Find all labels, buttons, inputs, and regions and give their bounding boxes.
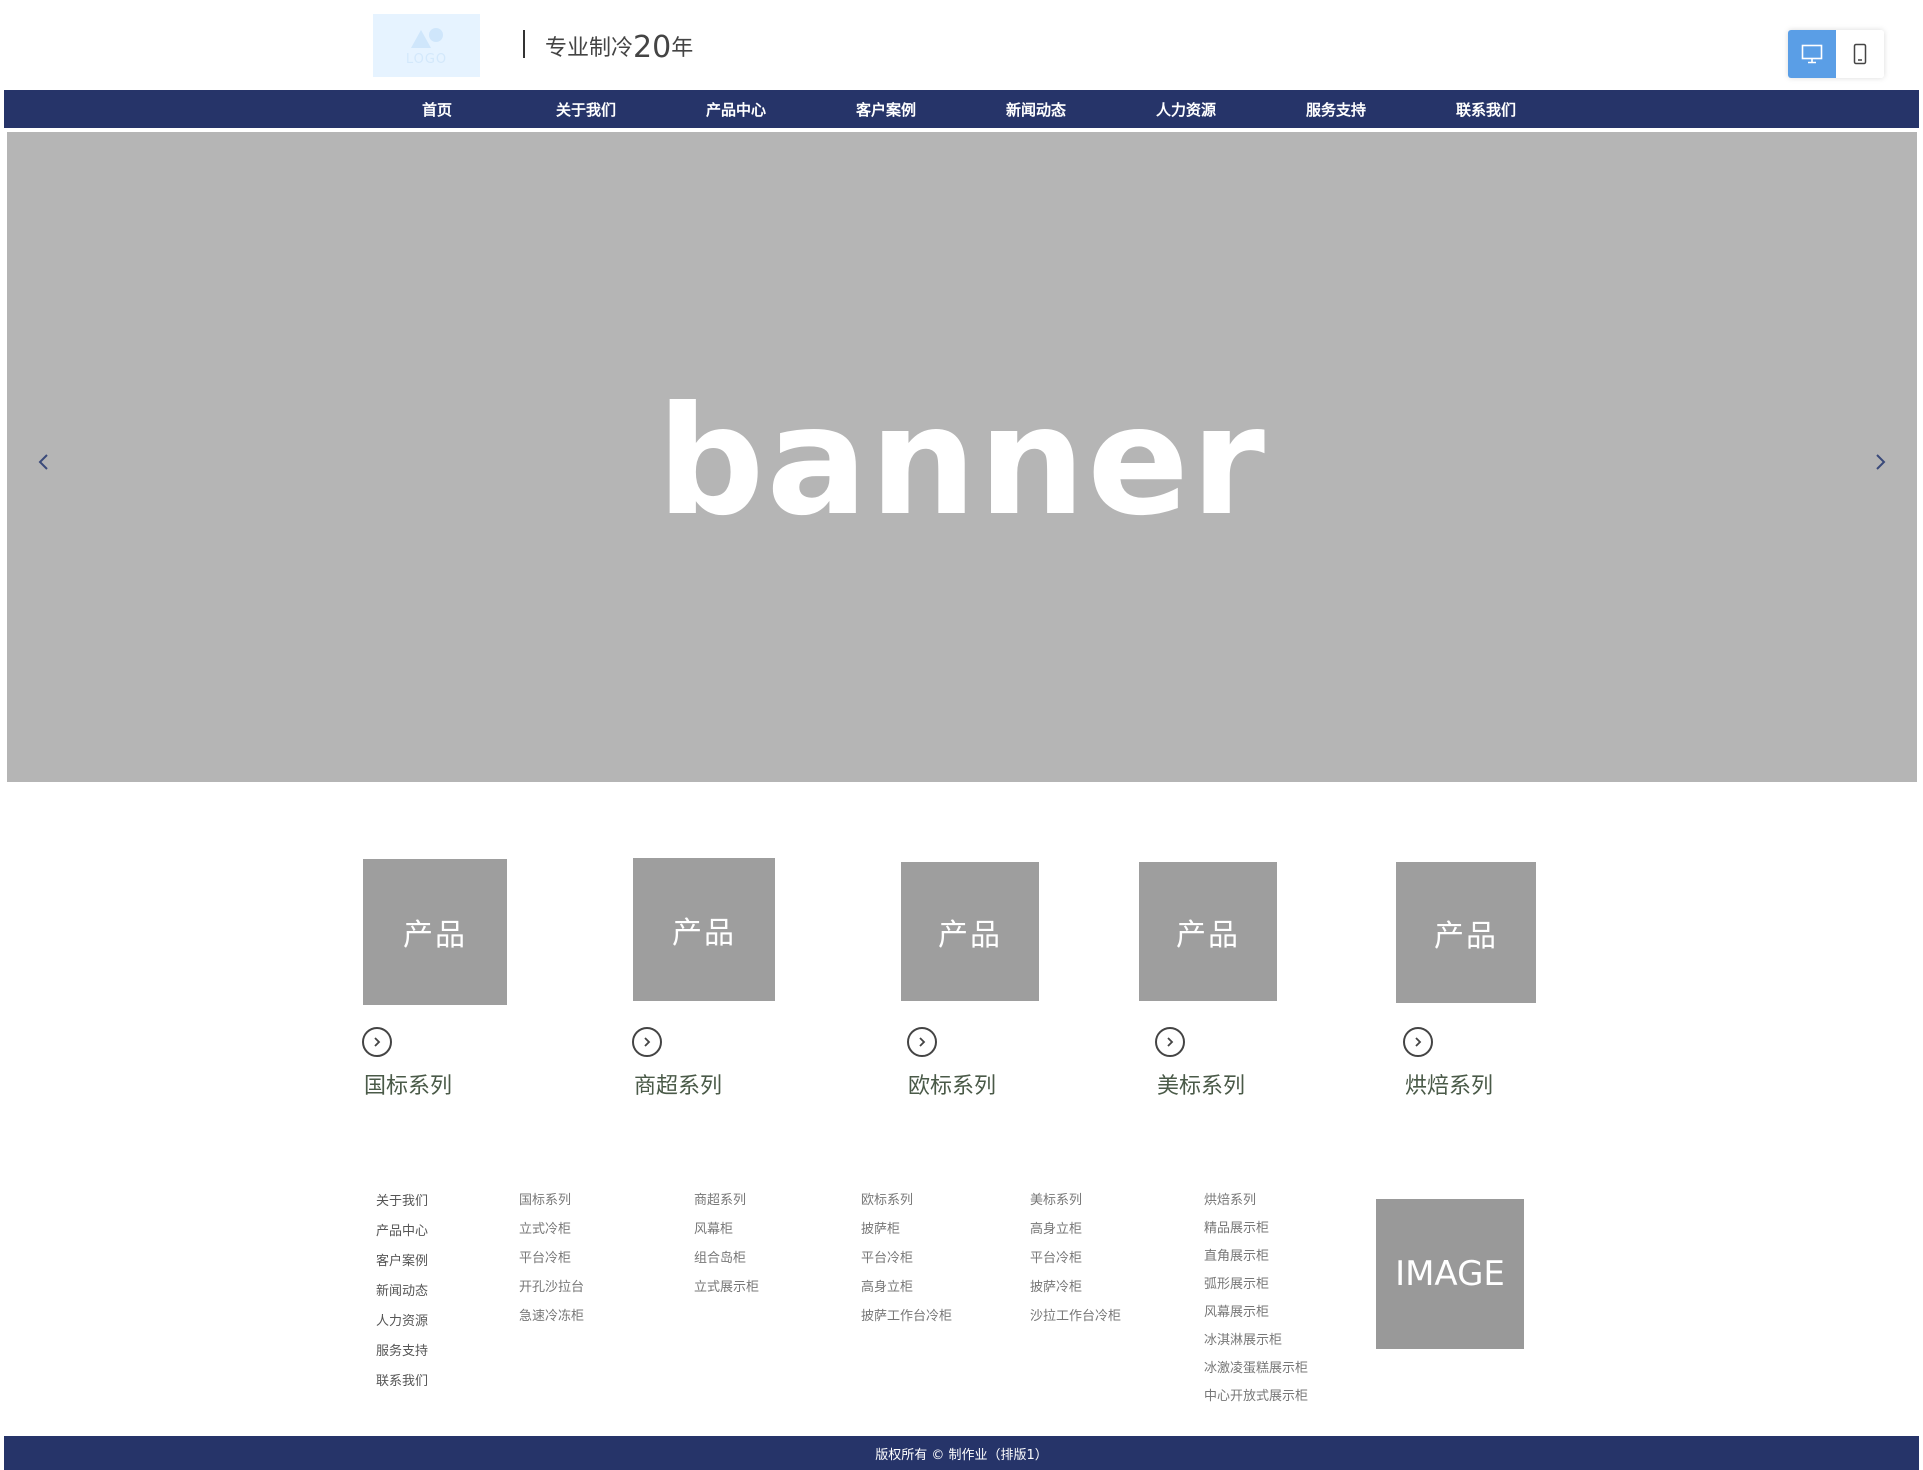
footer-link[interactable]: 商超系列	[694, 1193, 759, 1222]
footer-link[interactable]: 冰淇淋展示柜	[1204, 1333, 1308, 1361]
logo-text: LOGO	[405, 52, 448, 67]
footer-link[interactable]: 高身立柜	[861, 1280, 952, 1309]
product-name[interactable]: 欧标系列	[908, 1068, 996, 1100]
chevron-right-icon	[644, 1037, 651, 1047]
product-image[interactable]: 产品	[901, 862, 1039, 1001]
nav-item-products[interactable]: 产品中心	[706, 90, 766, 130]
footer-link[interactable]: 披萨冷柜	[1030, 1280, 1121, 1309]
footer-link[interactable]: 国标系列	[519, 1193, 584, 1222]
footer-link[interactable]: 平台冷柜	[519, 1251, 584, 1280]
tagline-prefix: 专业制冷	[545, 36, 634, 61]
footer-link[interactable]: 欧标系列	[861, 1193, 952, 1222]
banner-prev-button[interactable]	[29, 442, 59, 482]
chevron-right-icon	[1167, 1037, 1174, 1047]
header: LOGO 专业制冷20年	[0, 0, 1923, 90]
desktop-icon	[1801, 44, 1823, 64]
footer-link[interactable]: 新闻动态	[376, 1284, 428, 1314]
nav-item-home[interactable]: 首页	[422, 90, 452, 130]
tagline-divider	[523, 30, 525, 58]
footer-link[interactable]: 披萨柜	[861, 1222, 952, 1251]
product-name[interactable]: 国标系列	[364, 1068, 452, 1100]
footer-link[interactable]: 立式展示柜	[694, 1280, 759, 1309]
tagline-suffix: 年	[671, 36, 694, 61]
nav-item-about[interactable]: 关于我们	[556, 90, 616, 130]
footer-link[interactable]: 沙拉工作台冷柜	[1030, 1309, 1121, 1338]
footer-image: IMAGE	[1376, 1199, 1524, 1349]
footer-link[interactable]: 高身立柜	[1030, 1222, 1121, 1251]
footer-link[interactable]: 风幕展示柜	[1204, 1305, 1308, 1333]
product-image[interactable]: 产品	[633, 858, 775, 1001]
logo[interactable]: LOGO	[373, 14, 480, 77]
footer-link[interactable]: 客户案例	[376, 1254, 428, 1284]
footer-column-meibiao: 美标系列 高身立柜 平台冷柜 披萨冷柜 沙拉工作台冷柜	[1030, 1193, 1121, 1338]
nav-item-news[interactable]: 新闻动态	[1006, 90, 1066, 130]
footer-link[interactable]: 立式冷柜	[519, 1222, 584, 1251]
nav-item-hr[interactable]: 人力资源	[1156, 90, 1216, 130]
banner: banner	[7, 132, 1917, 782]
tagline: 专业制冷20年	[545, 28, 694, 65]
copyright-text: 版权所有 © 制作业（排版1）	[875, 1447, 1048, 1463]
nav-item-cases[interactable]: 客户案例	[856, 90, 916, 130]
footer-link[interactable]: 精品展示柜	[1204, 1221, 1308, 1249]
chevron-right-icon	[1876, 454, 1886, 470]
product-arrow-button[interactable]	[1403, 1027, 1433, 1057]
mobile-view-button[interactable]	[1836, 30, 1884, 78]
product-image[interactable]: 产品	[1396, 862, 1536, 1003]
banner-text: banner	[657, 375, 1267, 549]
footer-link[interactable]: 组合岛柜	[694, 1251, 759, 1280]
product-image-label: 产品	[672, 915, 736, 951]
logo-shapes-icon	[407, 28, 447, 50]
mobile-icon	[1853, 43, 1867, 65]
footer-link[interactable]: 风幕柜	[694, 1222, 759, 1251]
product-arrow-button[interactable]	[907, 1027, 937, 1057]
product-image[interactable]: 产品	[363, 859, 507, 1005]
footer-column-oubiao: 欧标系列 披萨柜 平台冷柜 高身立柜 披萨工作台冷柜	[861, 1193, 952, 1338]
footer-link[interactable]: 披萨工作台冷柜	[861, 1309, 952, 1338]
footer-link[interactable]: 产品中心	[376, 1224, 428, 1254]
product-arrow-button[interactable]	[632, 1027, 662, 1057]
footer-link[interactable]: 人力资源	[376, 1314, 428, 1344]
footer-column-main: 关于我们 产品中心 客户案例 新闻动态 人力资源 服务支持 联系我们	[376, 1194, 428, 1404]
footer-link[interactable]: 关于我们	[376, 1194, 428, 1224]
main-nav: 首页 关于我们 产品中心 客户案例 新闻动态 人力资源 服务支持 联系我们	[4, 90, 1919, 130]
nav-item-service[interactable]: 服务支持	[1306, 90, 1366, 130]
chevron-right-icon	[919, 1037, 926, 1047]
product-arrow-button[interactable]	[1155, 1027, 1185, 1057]
footer-link[interactable]: 美标系列	[1030, 1193, 1121, 1222]
footer-link[interactable]: 直角展示柜	[1204, 1249, 1308, 1277]
footer-link[interactable]: 弧形展示柜	[1204, 1277, 1308, 1305]
device-toggle	[1788, 30, 1884, 78]
footer-column-hongbei: 烘焙系列 精品展示柜 直角展示柜 弧形展示柜 风幕展示柜 冰淇淋展示柜 冰激凌蛋…	[1204, 1193, 1308, 1417]
footer-image-label: IMAGE	[1395, 1254, 1505, 1294]
footer-link[interactable]: 烘焙系列	[1204, 1193, 1308, 1221]
footer-column-guobiao: 国标系列 立式冷柜 平台冷柜 开孔沙拉台 急速冷冻柜	[519, 1193, 584, 1338]
footer-link[interactable]: 冰激凌蛋糕展示柜	[1204, 1361, 1308, 1389]
footer-column-shangchao: 商超系列 风幕柜 组合岛柜 立式展示柜	[694, 1193, 759, 1309]
tagline-number: 20	[633, 30, 672, 65]
banner-next-button[interactable]	[1865, 442, 1895, 482]
product-image[interactable]: 产品	[1139, 862, 1277, 1001]
product-image-label: 产品	[938, 917, 1002, 953]
footer-link[interactable]: 平台冷柜	[1030, 1251, 1121, 1280]
footer-link[interactable]: 急速冷冻柜	[519, 1309, 584, 1338]
copyright-bar: 版权所有 © 制作业（排版1）	[4, 1436, 1919, 1470]
footer-link[interactable]: 联系我们	[376, 1374, 428, 1404]
nav-item-contact[interactable]: 联系我们	[1456, 90, 1516, 130]
desktop-view-button[interactable]	[1788, 30, 1836, 78]
product-name[interactable]: 烘焙系列	[1405, 1068, 1493, 1100]
product-image-label: 产品	[1176, 917, 1240, 953]
chevron-right-icon	[1415, 1037, 1422, 1047]
product-image-label: 产品	[403, 918, 467, 953]
chevron-left-icon	[38, 454, 48, 470]
chevron-right-icon	[374, 1037, 381, 1047]
product-arrow-button[interactable]	[362, 1027, 392, 1057]
footer-link[interactable]: 平台冷柜	[861, 1251, 952, 1280]
product-name[interactable]: 美标系列	[1157, 1068, 1245, 1100]
product-image-label: 产品	[1434, 918, 1498, 954]
footer-link[interactable]: 服务支持	[376, 1344, 428, 1374]
product-name[interactable]: 商超系列	[634, 1068, 722, 1100]
footer-link[interactable]: 中心开放式展示柜	[1204, 1389, 1308, 1417]
footer-link[interactable]: 开孔沙拉台	[519, 1280, 584, 1309]
